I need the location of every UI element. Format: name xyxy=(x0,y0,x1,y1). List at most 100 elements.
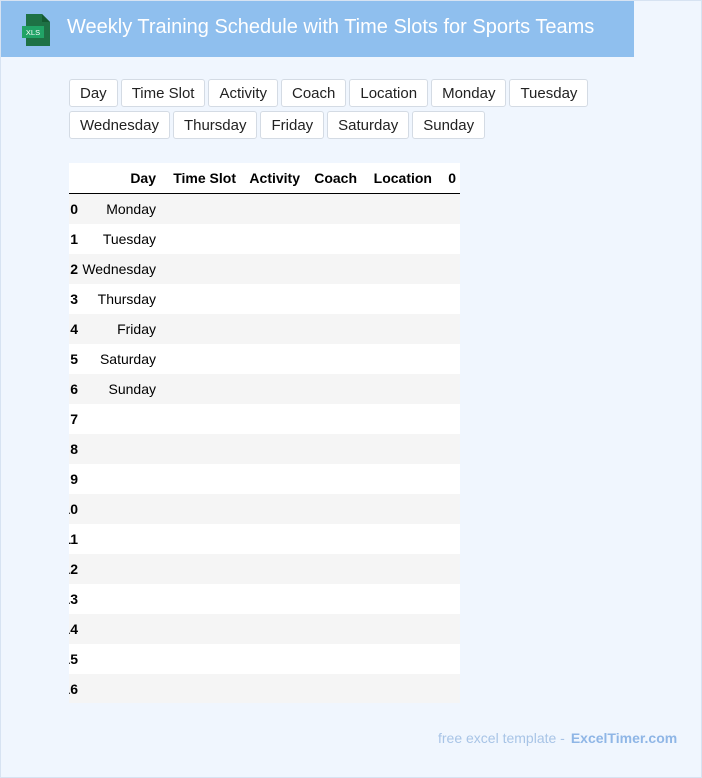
row-index: 15 xyxy=(69,644,82,674)
table-cell xyxy=(304,344,361,374)
table-cell: Saturday xyxy=(82,344,160,374)
table-cell xyxy=(240,584,304,614)
table-row: 2 Wednesday xyxy=(69,254,460,284)
page-title: Weekly Training Schedule with Time Slots… xyxy=(67,16,595,38)
table-cell xyxy=(82,584,160,614)
chip-saturday[interactable]: Saturday xyxy=(327,111,410,139)
table-cell: Wednesday xyxy=(82,254,160,284)
table-cell xyxy=(160,284,240,314)
row-index: 1 xyxy=(69,224,82,254)
table-cell xyxy=(436,254,460,284)
table-cell xyxy=(361,584,436,614)
table-cell xyxy=(82,674,160,703)
schedule-table: Day Time Slot Activity Coach Location 0 0 Mond… xyxy=(69,163,460,703)
table-cell xyxy=(436,344,460,374)
table-cell xyxy=(436,374,460,404)
table-cell xyxy=(304,404,361,434)
column-filter-chips: Day Time Slot Activity Coach Location Monday T… xyxy=(69,79,691,139)
table-row: 1 Tuesday xyxy=(69,224,460,254)
xls-icon-label: XLS xyxy=(26,28,40,37)
row-index: 9 xyxy=(69,464,82,494)
chip-coach[interactable]: Coach xyxy=(281,79,347,107)
chip-friday[interactable]: Friday xyxy=(260,111,325,139)
table-row: 7 xyxy=(69,404,460,434)
table-cell xyxy=(240,224,304,254)
table-cell xyxy=(304,584,361,614)
column-header: 0 xyxy=(436,163,460,194)
table-cell xyxy=(82,404,160,434)
table-cell xyxy=(304,524,361,554)
chip-sunday[interactable]: Sunday xyxy=(412,111,486,139)
table-cell xyxy=(436,644,460,674)
table-row: 10 xyxy=(69,494,460,524)
table-cell xyxy=(160,614,240,644)
footer-credit: free excel template - ExcelTimer.com xyxy=(438,730,677,746)
table-cell xyxy=(304,314,361,344)
chip-tuesday[interactable]: Tuesday xyxy=(509,79,589,107)
table-cell xyxy=(240,344,304,374)
table-cell xyxy=(240,674,304,703)
table-cell xyxy=(304,224,361,254)
table-cell xyxy=(160,314,240,344)
table-row: 3 Thursday xyxy=(69,284,460,314)
table-cell xyxy=(240,314,304,344)
chip-wednesday[interactable]: Wednesday xyxy=(69,111,170,139)
table-row: 6 Sunday xyxy=(69,374,460,404)
table-row: 8 xyxy=(69,434,460,464)
table-cell: Sunday xyxy=(82,374,160,404)
chip-location[interactable]: Location xyxy=(349,79,429,107)
chip-thursday[interactable]: Thursday xyxy=(172,111,258,139)
chip-day[interactable]: Day xyxy=(69,79,118,107)
row-index: 12 xyxy=(69,554,82,584)
table-row: 15 xyxy=(69,644,460,674)
chip-time-slot[interactable]: Time Slot xyxy=(120,79,206,107)
table-cell xyxy=(82,644,160,674)
table-cell xyxy=(160,374,240,404)
table-cell xyxy=(82,554,160,584)
table-cell xyxy=(240,554,304,584)
table-cell xyxy=(240,404,304,434)
table-cell xyxy=(436,224,460,254)
table-cell xyxy=(82,464,160,494)
table-row: 9 xyxy=(69,464,460,494)
schedule-table-container[interactable]: Day Time Slot Activity Coach Location 0 0 Mond… xyxy=(69,163,460,703)
table-cell xyxy=(240,374,304,404)
table-header-row: Day Time Slot Activity Coach Location 0 xyxy=(69,163,460,194)
row-index: 10 xyxy=(69,494,82,524)
table-row: 16 xyxy=(69,674,460,703)
table-cell xyxy=(160,434,240,464)
row-index: 6 xyxy=(69,374,82,404)
table-cell xyxy=(436,464,460,494)
row-index: 8 xyxy=(69,434,82,464)
table-cell xyxy=(361,554,436,584)
table-cell: Friday xyxy=(82,314,160,344)
table-cell xyxy=(436,614,460,644)
table-cell xyxy=(361,284,436,314)
table-cell xyxy=(361,494,436,524)
table-cell xyxy=(240,193,304,224)
table-cell xyxy=(160,494,240,524)
table-cell xyxy=(436,193,460,224)
table-cell xyxy=(361,374,436,404)
table-cell xyxy=(361,254,436,284)
table-cell xyxy=(361,644,436,674)
table-cell xyxy=(304,254,361,284)
table-cell xyxy=(436,674,460,703)
xls-file-icon: XLS xyxy=(22,14,50,46)
table-cell xyxy=(436,404,460,434)
table-cell xyxy=(361,193,436,224)
table-row: 13 xyxy=(69,584,460,614)
footer-brand-link[interactable]: ExcelTimer.com xyxy=(571,730,677,746)
table-cell xyxy=(160,584,240,614)
table-cell xyxy=(240,254,304,284)
table-cell xyxy=(82,494,160,524)
table-cell xyxy=(160,193,240,224)
table-cell xyxy=(304,644,361,674)
chip-monday[interactable]: Monday xyxy=(431,79,507,107)
table-cell xyxy=(361,404,436,434)
table-cell xyxy=(436,524,460,554)
row-index: 0 xyxy=(69,193,82,224)
chip-activity[interactable]: Activity xyxy=(208,79,278,107)
table-cell xyxy=(361,524,436,554)
table-cell xyxy=(240,644,304,674)
